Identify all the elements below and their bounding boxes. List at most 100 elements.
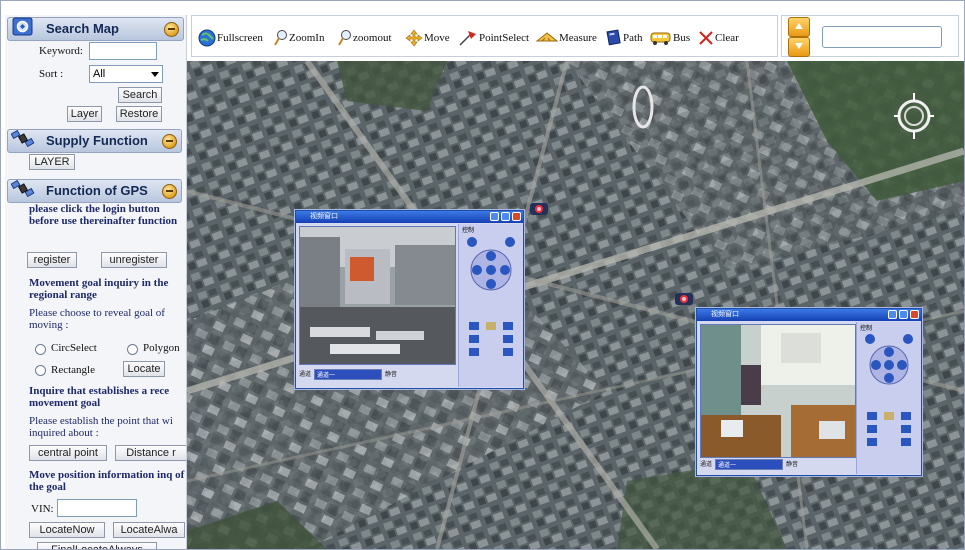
ptz-direction-pad[interactable] bbox=[464, 234, 518, 314]
position-title: Move position information inq of the goa… bbox=[29, 469, 185, 493]
vin-input[interactable] bbox=[57, 499, 137, 517]
maximize-icon[interactable] bbox=[501, 212, 510, 221]
movement-title: Movement goal inquiry in the regional ra… bbox=[29, 277, 169, 301]
mute-checkbox-label[interactable]: 静音 bbox=[786, 462, 798, 468]
polygon-radio[interactable] bbox=[127, 344, 138, 355]
minimize-icon[interactable] bbox=[888, 310, 897, 319]
fullscreen-label: Fullscreen bbox=[217, 32, 263, 44]
circ-select-radio[interactable] bbox=[35, 344, 46, 355]
pin-icon bbox=[459, 31, 476, 46]
restore-button[interactable]: Restore bbox=[116, 106, 162, 122]
collapse-icon[interactable] bbox=[162, 184, 177, 199]
measure-tool[interactable]: Measure bbox=[536, 29, 597, 47]
layer-upper-button[interactable]: LAYER bbox=[29, 154, 75, 170]
bus-label: Bus bbox=[673, 32, 691, 44]
polygon-label: Polygon bbox=[143, 342, 180, 354]
ptz-control-panel: 控制 bbox=[856, 322, 921, 474]
locate-always-button[interactable]: LocateAlwa bbox=[113, 522, 185, 538]
register-button[interactable]: register bbox=[27, 252, 77, 268]
top-right-search-input[interactable] bbox=[822, 26, 942, 48]
mute-checkbox-label[interactable]: 静音 bbox=[385, 372, 397, 378]
compass-icon[interactable] bbox=[892, 91, 936, 141]
ptz-buttons[interactable] bbox=[469, 322, 513, 358]
close-icon[interactable] bbox=[512, 212, 521, 221]
unregister-button[interactable]: unregister bbox=[101, 252, 167, 268]
vin-label: VIN: bbox=[31, 503, 54, 515]
map-marker-icon[interactable] bbox=[529, 201, 549, 217]
minimize-icon[interactable] bbox=[490, 212, 499, 221]
search-button[interactable]: Search bbox=[118, 87, 162, 103]
expand-up-icon[interactable] bbox=[788, 17, 810, 37]
zoomout-tool[interactable]: zoomout bbox=[338, 29, 392, 47]
video-window-titlebar[interactable]: 视频窗口 bbox=[296, 211, 523, 223]
rectangle-radio[interactable] bbox=[35, 365, 46, 376]
office-scene-image bbox=[701, 325, 855, 457]
maximize-icon[interactable] bbox=[899, 310, 908, 319]
supply-function-title: Supply Function bbox=[46, 133, 148, 148]
map-search-icon bbox=[12, 17, 33, 36]
locate-button[interactable]: Locate bbox=[123, 361, 165, 377]
recent-note: Please establish the point that wi inqui… bbox=[29, 415, 173, 439]
video-window-1[interactable]: 视频窗口 控制 通道 通道一 静音 bbox=[295, 210, 524, 389]
ptz-buttons[interactable] bbox=[867, 412, 911, 448]
bus-icon bbox=[650, 32, 671, 45]
zoomin-label: ZoomIn bbox=[289, 32, 325, 44]
video-window-2[interactable]: 视频窗口 控制 通道 通道一 静音 bbox=[696, 308, 922, 476]
ptz-control-panel: 控制 bbox=[458, 224, 523, 387]
final-locate-button[interactable]: FinalLocateAlways bbox=[37, 542, 157, 549]
path-tool[interactable]: Path bbox=[606, 29, 643, 47]
gps-title: Function of GPS bbox=[46, 183, 148, 198]
close-icon[interactable] bbox=[910, 310, 919, 319]
ruler-icon bbox=[536, 32, 558, 42]
ptz-direction-pad[interactable] bbox=[862, 331, 916, 407]
channel-label: 通道 bbox=[700, 462, 713, 469]
collapse-icon[interactable] bbox=[164, 22, 179, 37]
collapse-icon[interactable] bbox=[162, 134, 177, 149]
pointselect-tool[interactable]: PointSelect bbox=[458, 29, 529, 47]
path-label: Path bbox=[623, 32, 643, 44]
channel-row: 通道 通道一 静音 bbox=[700, 459, 798, 471]
clear-x-icon bbox=[699, 31, 713, 45]
video-window-title: 视频窗口 bbox=[310, 213, 338, 220]
top-right-panel bbox=[781, 15, 959, 57]
movement-note: Please choose to reveal goal of moving : bbox=[29, 307, 165, 331]
recent-title: Inquire that establishes a rece movement… bbox=[29, 385, 170, 409]
supply-function-header[interactable]: Supply Function bbox=[7, 129, 182, 153]
move-icon bbox=[405, 29, 423, 47]
clear-tool[interactable]: Clear bbox=[698, 29, 739, 47]
search-map-title: Search Map bbox=[46, 21, 119, 36]
expand-down-icon[interactable] bbox=[788, 37, 810, 57]
distance-button[interactable]: Distance r bbox=[115, 445, 186, 461]
street-scene-image bbox=[300, 227, 455, 364]
channel-select[interactable]: 通道一 bbox=[314, 369, 383, 380]
move-tool[interactable]: Move bbox=[405, 29, 450, 47]
zoomin-tool[interactable]: ZoomIn bbox=[274, 29, 324, 47]
keyword-input[interactable] bbox=[89, 42, 157, 60]
keyword-label: Keyword: bbox=[39, 45, 83, 57]
sidebar: Search Map Keyword: Sort : All Search La… bbox=[5, 15, 187, 549]
map-marker-icon[interactable] bbox=[674, 291, 694, 307]
locate-now-button[interactable]: LocateNow bbox=[29, 522, 105, 538]
zoom-in-icon bbox=[274, 30, 287, 46]
video-window-title: 视频窗口 bbox=[711, 311, 739, 318]
layer-button[interactable]: Layer bbox=[67, 106, 102, 122]
app-root: Search Map Keyword: Sort : All Search La… bbox=[0, 0, 965, 550]
satellite-icon bbox=[11, 129, 35, 148]
gps-header[interactable]: Function of GPS bbox=[7, 179, 182, 203]
fullscreen-tool[interactable]: Fullscreen bbox=[198, 29, 263, 47]
globe-icon bbox=[198, 29, 216, 47]
ptz-panel-label: 控制 bbox=[462, 228, 475, 234]
search-map-header[interactable]: Search Map bbox=[7, 17, 184, 41]
bus-tool[interactable]: Bus bbox=[650, 29, 690, 47]
channel-label: 通道 bbox=[299, 372, 312, 379]
video-window-titlebar[interactable]: 视频窗口 bbox=[697, 309, 921, 321]
video-feed bbox=[299, 226, 456, 365]
satellite-icon bbox=[11, 179, 35, 198]
central-point-button[interactable]: central point bbox=[29, 445, 107, 461]
map-toolbar: Fullscreen ZoomIn zoomout Move PointSele… bbox=[191, 15, 778, 57]
satellite-map[interactable]: 视频窗口 控制 通道 通道一 静音 视频窗口 控制 通道 通道一 静音 bbox=[187, 61, 964, 549]
channel-select[interactable]: 通道一 bbox=[715, 459, 784, 470]
zoom-out-icon bbox=[338, 30, 351, 46]
channel-row: 通道 通道一 静音 bbox=[299, 369, 397, 381]
sort-select[interactable]: All bbox=[89, 65, 163, 83]
